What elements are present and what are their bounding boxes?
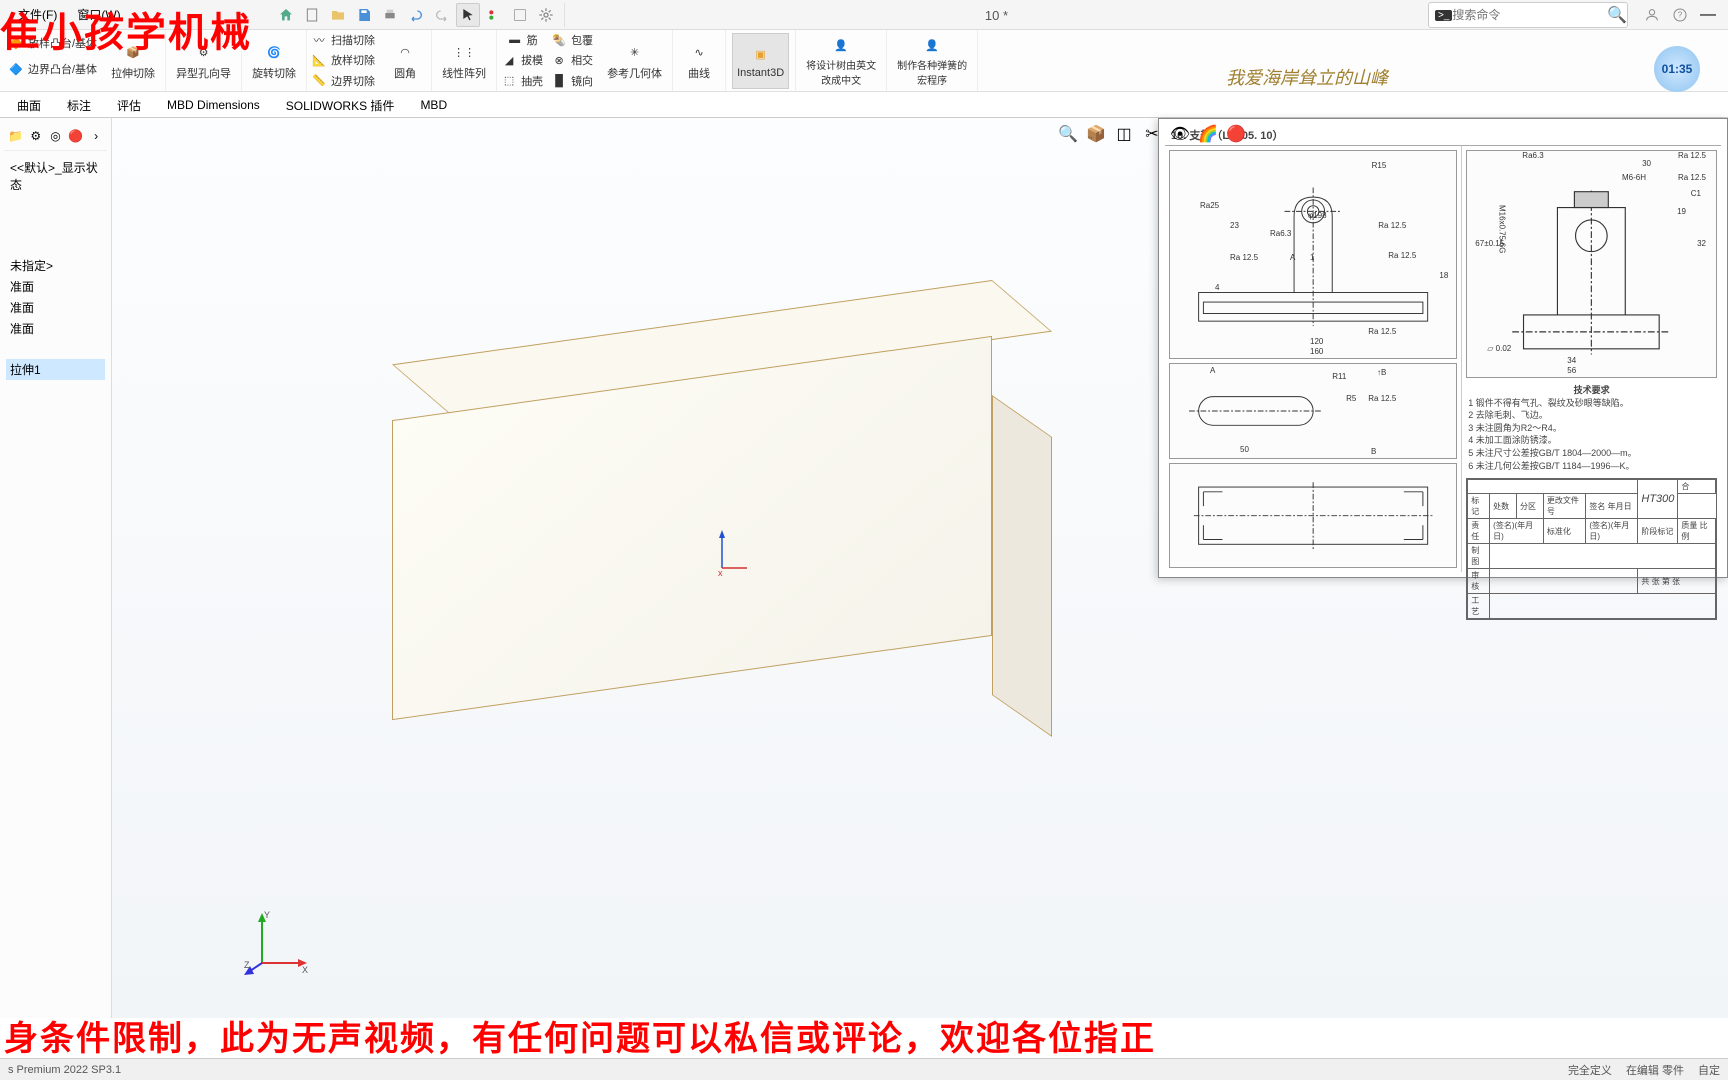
save-button[interactable]: [352, 3, 376, 27]
undo-button[interactable]: [404, 3, 428, 27]
user-button[interactable]: [1640, 3, 1664, 27]
options-button[interactable]: [508, 3, 532, 27]
svg-text:X: X: [302, 965, 308, 975]
ribbon-bar: 🔶放样凸台/基体 🔷边界凸台/基体 📦拉伸切除 ⚙异型孔向导 🌀旋转切除 〰扫描…: [0, 30, 1728, 92]
technical-requirements: 技术要求 1 锻件不得有气孔、裂纹及砂眼等缺陷。 2 去除毛刺、飞边。 3 未注…: [1466, 382, 1717, 474]
drawing-title: 10. 支架（LJT05. 10）: [1165, 125, 1721, 146]
drawing-top-view: [1169, 463, 1457, 568]
tab-surface[interactable]: 曲面: [4, 92, 54, 118]
tree-display-state[interactable]: <<默认>_显示状态: [6, 157, 105, 195]
tree-icon[interactable]: 📁: [8, 126, 23, 146]
feature-tree-tabs: 📁 ⚙ ◎ 🔴 ›: [4, 122, 107, 151]
reference-drawing: 10. 支架（LJT05. 10） R15 Ra25 23 Ra6.3 φ198…: [1158, 118, 1728, 578]
timer-badge: 01:35: [1654, 46, 1700, 92]
svg-text:x: x: [718, 568, 723, 578]
appearance-icon[interactable]: 🔴: [68, 126, 83, 146]
more-icon[interactable]: ›: [89, 126, 103, 146]
drawing-side-view: Ra6.3 30 Ra 12.5 M6-6H Ra 12.5 C1 M16x0.…: [1466, 150, 1717, 378]
view-triad: Y X Z: [242, 908, 312, 978]
overlay-title-text: 隹小孩学机械: [0, 0, 252, 58]
help-button[interactable]: ?: [1668, 3, 1692, 27]
linear-pattern-button[interactable]: ⋮⋮线性阵列: [438, 33, 490, 89]
tree-plane-2[interactable]: 准面: [6, 297, 105, 318]
appearance2-icon[interactable]: 🔴: [1224, 122, 1248, 146]
svg-text:Z: Z: [244, 960, 250, 970]
rib-button[interactable]: ▬筋: [497, 30, 547, 50]
search-command-box[interactable]: >_ 🔍: [1428, 2, 1628, 28]
tree-unspecified[interactable]: 未指定>: [6, 255, 105, 276]
home-button[interactable]: [274, 3, 298, 27]
status-bar: s Premium 2022 SP3.1 完全定义 在编辑 零件 自定: [0, 1058, 1728, 1080]
view-orient-icon[interactable]: 📦: [1084, 122, 1108, 146]
target-icon[interactable]: ◎: [49, 126, 63, 146]
heads-up-toolbar: 🔍 📦 ◫ ✂ 👁 🌈 🔴: [1056, 122, 1248, 146]
intersect-button[interactable]: ⊗相交: [547, 50, 597, 70]
feature-tree: <<默认>_显示状态 未指定> 准面 准面 准面 拉伸1: [4, 151, 107, 386]
rebuild-button[interactable]: [482, 3, 506, 27]
tab-mbd[interactable]: MBD: [407, 93, 460, 116]
tree-plane-3[interactable]: 准面: [6, 318, 105, 339]
loft-cut-button[interactable]: 📐放样切除: [307, 50, 379, 70]
shell-button[interactable]: ⬚抽壳: [497, 71, 547, 91]
quick-access-toolbar: 10 * >_ 🔍 ? —: [260, 0, 1728, 30]
sweep-cut-button[interactable]: 〰扫描切除: [307, 30, 379, 50]
spring-macro-button[interactable]: 👤制作各种弹簧的宏程序: [893, 33, 971, 89]
print-button[interactable]: [378, 3, 402, 27]
tab-annotate[interactable]: 标注: [54, 92, 104, 118]
drawing-front-view: R15 Ra25 23 Ra6.3 φ198 Ra 12.5 Ra 12.5 A…: [1169, 150, 1457, 359]
document-title: 10 *: [569, 8, 1424, 23]
mirror-button[interactable]: ▐▌镜向: [547, 71, 597, 91]
minimize-button[interactable]: —: [1696, 3, 1720, 27]
scene-icon[interactable]: 🌈: [1196, 122, 1220, 146]
model-side-face[interactable]: [992, 395, 1052, 737]
terminal-icon: >_: [1435, 10, 1452, 21]
version-label: s Premium 2022 SP3.1: [8, 1064, 121, 1076]
fillet-button[interactable]: ◠圆角: [385, 33, 425, 89]
display-style-icon[interactable]: ◫: [1112, 122, 1136, 146]
status-editing: 在编辑 零件: [1626, 1062, 1684, 1078]
boundary-cut-button[interactable]: 📏边界切除: [307, 71, 379, 91]
instant3d-button[interactable]: ▣Instant3D: [732, 33, 789, 89]
translate-tree-button[interactable]: 👤将设计树由英文改成中文: [802, 33, 880, 89]
status-custom: 自定: [1698, 1062, 1720, 1078]
tree-extrude-1[interactable]: 拉伸1: [6, 359, 105, 380]
section-icon[interactable]: ✂: [1140, 122, 1164, 146]
wrap-button[interactable]: 🌯包覆: [547, 30, 597, 50]
zoom-fit-icon[interactable]: 🔍: [1056, 122, 1080, 146]
draft-button[interactable]: ◢拔模: [497, 50, 547, 70]
hide-show-icon[interactable]: 👁: [1168, 122, 1192, 146]
select-button[interactable]: [456, 3, 480, 27]
overlay-signature: 我爱海岸耸立的山峰: [1226, 64, 1388, 90]
status-define: 完全定义: [1568, 1062, 1612, 1078]
new-button[interactable]: [300, 3, 324, 27]
title-block: HT300合 标记处数分区更改文件号签名 年月日 责任(签名)(年月日)标准化(…: [1466, 478, 1717, 620]
tree-plane-1[interactable]: 准面: [6, 276, 105, 297]
config-icon[interactable]: ⚙: [29, 126, 43, 146]
origin-triad: x: [712, 528, 752, 578]
svg-text:?: ?: [1678, 11, 1683, 20]
settings-button[interactable]: [534, 3, 558, 27]
tab-evaluate[interactable]: 评估: [104, 92, 154, 118]
revolve-cut-button[interactable]: 🌀旋转切除: [248, 33, 300, 89]
search-input[interactable]: [1452, 8, 1607, 22]
refgeom-button[interactable]: ✳参考几何体: [603, 33, 666, 89]
open-button[interactable]: [326, 3, 350, 27]
tab-mbd-dimensions[interactable]: MBD Dimensions: [154, 93, 273, 116]
feature-tree-panel: 📁 ⚙ ◎ 🔴 › <<默认>_显示状态 未指定> 准面 准面 准面 拉伸1: [0, 118, 112, 1018]
svg-text:Y: Y: [264, 910, 270, 920]
boundary-boss-button[interactable]: 🔷边界凸台/基体: [4, 56, 101, 82]
overlay-bottom-text: 身条件限制，此为无声视频，有任何问题可以私信或评论，欢迎各位指正: [0, 1011, 1728, 1060]
curve-button[interactable]: ∿曲线: [679, 33, 719, 89]
tab-solidworks-addins[interactable]: SOLIDWORKS 插件: [273, 92, 408, 118]
command-tabs: 曲面 标注 评估 MBD Dimensions SOLIDWORKS 插件 MB…: [0, 92, 1728, 118]
drawing-section-a: A R11 ↑B R5 Ra 12.5 50 B: [1169, 363, 1457, 459]
redo-button[interactable]: [430, 3, 454, 27]
search-icon[interactable]: 🔍: [1607, 5, 1627, 25]
